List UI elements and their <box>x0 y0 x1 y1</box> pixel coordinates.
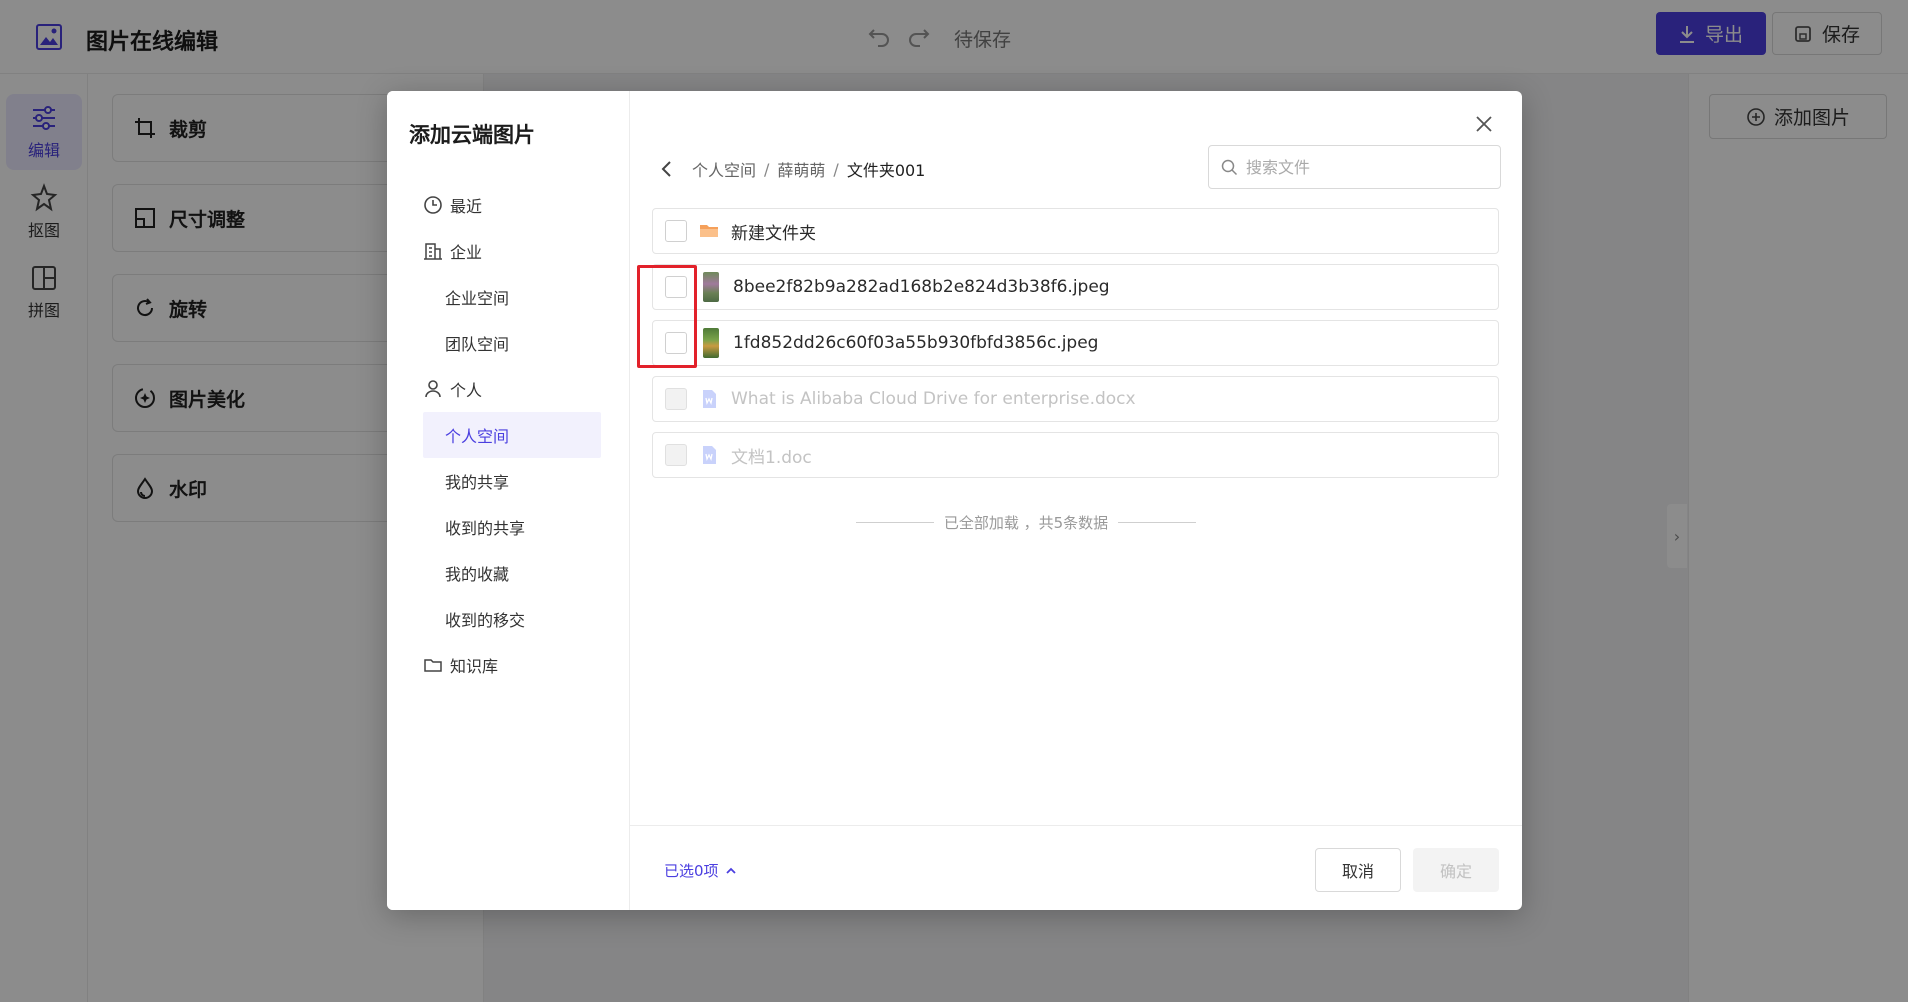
building-icon <box>424 243 442 260</box>
nav-item-personal-space[interactable]: 个人空间 <box>423 412 601 458</box>
list-end-note: 已全部加载 ，共5条数据 <box>856 512 1197 533</box>
nav-item-personal[interactable]: 个人 <box>423 366 601 412</box>
nav-label: 收到的共享 <box>445 519 526 538</box>
nav-item-knowledge-base[interactable]: 知识库 <box>423 642 601 688</box>
document-icon <box>703 446 716 464</box>
nav-label: 我的共享 <box>445 473 510 492</box>
close-button[interactable] <box>1469 109 1499 139</box>
dialog-nav: 添加云端图片 最近 企业 企业空间 团队空间 个人 个人空间 我的共享 收到的共… <box>387 91 630 910</box>
selected-count-label: 已选0项 <box>664 862 719 880</box>
row-checkbox[interactable] <box>665 220 687 242</box>
nav-item-team-space[interactable]: 团队空间 <box>423 320 601 366</box>
nav-label: 个人 <box>450 381 483 400</box>
nav-item-enterprise-space[interactable]: 企业空间 <box>423 274 601 320</box>
row-checkbox <box>665 444 687 466</box>
dialog-main: 个人空间 / 薛萌萌 / 文件夹001 新建文件夹 8bee2f82b9a28 <box>630 91 1522 910</box>
nav-label: 企业 <box>450 243 483 262</box>
search-icon <box>1221 159 1238 175</box>
chevron-up-icon <box>725 867 736 874</box>
file-row-folder[interactable]: 新建文件夹 <box>652 208 1499 254</box>
nav-item-received-transfers[interactable]: 收到的移交 <box>423 596 601 642</box>
dialog-title: 添加云端图片 <box>409 123 535 147</box>
search-box[interactable] <box>1208 145 1501 189</box>
nav-label: 我的收藏 <box>445 565 510 584</box>
document-icon <box>703 390 716 408</box>
file-row-document: What is Alibaba Cloud Drive for enterpri… <box>652 376 1499 422</box>
breadcrumb-item[interactable]: 个人空间 <box>692 157 756 181</box>
cancel-button[interactable]: 取消 <box>1315 848 1401 892</box>
nav-item-enterprise[interactable]: 企业 <box>423 228 601 274</box>
end-note-text: 已全部加载 ，共5条数据 <box>943 514 1109 532</box>
nav-item-my-shares[interactable]: 我的共享 <box>423 458 601 504</box>
user-icon <box>425 380 441 398</box>
nav-label: 最近 <box>450 197 483 216</box>
nav-label: 知识库 <box>450 657 499 676</box>
file-name: What is Alibaba Cloud Drive for enterpri… <box>731 389 1136 409</box>
nav-label: 团队空间 <box>445 335 510 354</box>
breadcrumb-separator: / <box>764 159 770 179</box>
breadcrumb-current: 文件夹001 <box>846 161 926 180</box>
file-name: 文档1.doc <box>731 447 812 468</box>
nav-label: 企业空间 <box>445 289 510 308</box>
row-checkbox <box>665 388 687 410</box>
folder-icon <box>700 225 718 237</box>
file-row-document: 文档1.doc <box>652 432 1499 478</box>
divider-line <box>1118 522 1197 523</box>
breadcrumb-item[interactable]: 薛萌萌 <box>777 157 825 181</box>
breadcrumb-separator: / <box>833 159 839 179</box>
dialog-footer: 已选0项 取消 确定 <box>630 825 1522 910</box>
file-name: 1fd852dd26c60f03a55b930fbfd3856c.jpeg <box>733 333 1099 353</box>
add-cloud-image-dialog: 添加云端图片 最近 企业 企业空间 团队空间 个人 个人空间 我的共享 收到的共… <box>387 91 1522 910</box>
clock-icon <box>424 196 442 214</box>
chevron-left-icon[interactable] <box>656 158 678 180</box>
breadcrumb: 个人空间 / 薛萌萌 / 文件夹001 <box>656 154 925 184</box>
nav-item-received-shares[interactable]: 收到的共享 <box>423 504 601 550</box>
nav-item-my-favorites[interactable]: 我的收藏 <box>423 550 601 596</box>
annotation-highlight <box>637 265 697 368</box>
selected-count-toggle[interactable]: 已选0项 <box>664 860 737 881</box>
search-input[interactable] <box>1246 157 1486 177</box>
nav-item-recent[interactable]: 最近 <box>423 182 601 228</box>
file-row-image[interactable]: 8bee2f82b9a282ad168b2e824d3b38f6.jpeg <box>652 264 1499 310</box>
file-name: 8bee2f82b9a282ad168b2e824d3b38f6.jpeg <box>733 277 1110 297</box>
nav-label: 收到的移交 <box>445 611 526 630</box>
image-thumbnail <box>703 272 719 302</box>
divider-line <box>856 522 934 523</box>
confirm-button[interactable]: 确定 <box>1413 848 1499 892</box>
file-name: 新建文件夹 <box>731 223 816 244</box>
file-row-image[interactable]: 1fd852dd26c60f03a55b930fbfd3856c.jpeg <box>652 320 1499 366</box>
close-icon <box>1476 116 1492 132</box>
image-thumbnail <box>703 328 719 358</box>
folder-icon <box>424 659 442 672</box>
nav-label: 个人空间 <box>445 427 510 446</box>
